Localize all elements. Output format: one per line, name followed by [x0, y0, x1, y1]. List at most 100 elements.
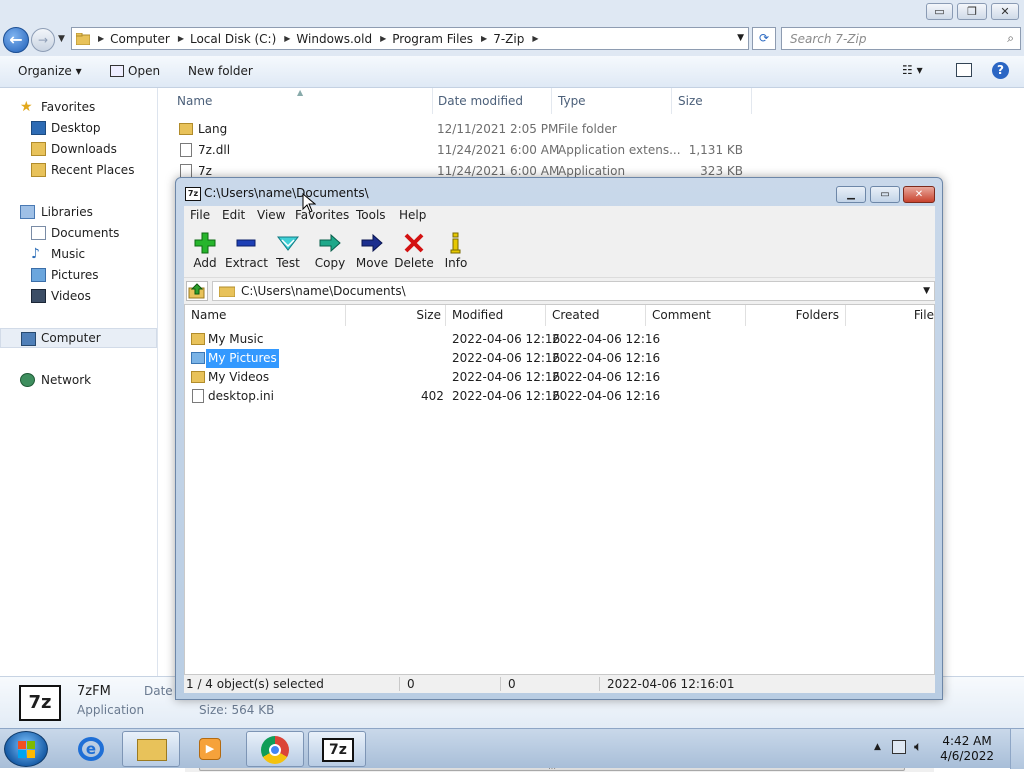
breadcrumb-program-files[interactable]: Program Files ▶ — [392, 32, 487, 46]
column-header-comment[interactable]: Comment — [646, 305, 746, 326]
nav-network[interactable]: Network — [0, 370, 157, 390]
column-header-name[interactable]: Name — [185, 305, 346, 326]
nav-downloads[interactable]: Downloads — [0, 139, 157, 159]
taskbar: e ▶ 7z ▲ 🔈︎ 4:42 AM 4/6/2022 — [0, 728, 1024, 769]
taskbar-7zip[interactable]: 7z — [308, 731, 366, 767]
column-header-modified[interactable]: Modified — [446, 305, 546, 326]
open-button[interactable]: Open — [110, 64, 160, 78]
star-icon: ★ — [20, 99, 33, 115]
list-row-my-pictures[interactable]: My Pictures 2022-04-06 12:16 2022-04-06 … — [185, 349, 934, 368]
copy-button[interactable]: Copy — [309, 230, 351, 276]
recent-pages-dropdown[interactable]: ▼ — [58, 34, 65, 44]
music-icon: ♪ — [31, 246, 40, 262]
explorer-maximize-button[interactable]: ❐ — [957, 3, 987, 20]
details-size: Size: 564 KB — [199, 703, 275, 717]
explorer-command-bar: Organize ▾ Open New folder ☷ ▾ ? — [0, 56, 1024, 88]
folder-icon — [191, 352, 205, 364]
show-desktop-button[interactable] — [1010, 729, 1024, 769]
column-header-size[interactable]: Size — [678, 94, 703, 108]
explorer-close-button[interactable]: ✕ — [991, 3, 1019, 20]
list-row-desktop-ini[interactable]: desktop.ini 402 2022-04-06 12:16 2022-04… — [185, 387, 934, 406]
search-icon[interactable]: ⌕ — [1007, 31, 1014, 46]
preview-pane-icon[interactable] — [956, 63, 972, 77]
computer-icon — [21, 332, 36, 346]
breadcrumb-computer[interactable]: Computer ▶ — [110, 32, 184, 46]
delete-button[interactable]: Delete — [393, 230, 435, 276]
nav-pictures[interactable]: Pictures — [0, 265, 157, 285]
taskbar-chrome[interactable] — [246, 731, 304, 767]
address-bar[interactable]: ▶ Computer ▶ Local Disk (C:) ▶ Windows.old… — [71, 27, 749, 50]
nav-libraries[interactable]: Libraries — [0, 202, 157, 222]
extract-icon — [236, 239, 256, 247]
address-history-dropdown[interactable]: ▼ — [737, 33, 744, 43]
nav-videos[interactable]: Videos — [0, 286, 157, 306]
list-row-my-videos[interactable]: My Videos 2022-04-06 12:16 2022-04-06 12… — [185, 368, 934, 387]
move-button[interactable]: Move — [351, 230, 393, 276]
menu-view[interactable]: View — [257, 208, 285, 222]
extract-button[interactable]: Extract — [225, 230, 268, 276]
folder-icon — [191, 333, 205, 345]
new-folder-button[interactable]: New folder — [188, 64, 253, 78]
file-row-lang[interactable]: Lang 12/11/2021 2:05 PM File folder — [177, 119, 757, 140]
7zip-path-input[interactable]: C:\Users\name\Documents\ ▼ — [212, 281, 935, 301]
column-header-created[interactable]: Created — [546, 305, 646, 326]
start-button[interactable] — [4, 731, 48, 767]
list-row-my-music[interactable]: My Music 2022-04-06 12:16 2022-04-06 12:… — [185, 330, 934, 349]
breadcrumb-windows-old[interactable]: Windows.old ▶ — [296, 32, 386, 46]
7zip-menu-bar: File Edit View Favorites Tools Help — [184, 206, 935, 226]
taskbar-windows-explorer[interactable] — [122, 731, 180, 767]
taskbar-internet-explorer[interactable]: e — [62, 731, 120, 767]
column-header-files[interactable]: File — [846, 305, 934, 326]
column-header-name[interactable]: Name — [177, 94, 212, 108]
menu-tools[interactable]: Tools — [356, 208, 386, 222]
column-divider — [432, 88, 433, 114]
breadcrumb-local-disk[interactable]: Local Disk (C:) ▶ — [190, 32, 290, 46]
taskbar-media-player[interactable]: ▶ — [182, 731, 240, 767]
folder-icon — [191, 371, 205, 383]
explorer-minimize-button[interactable]: ▭ — [926, 3, 953, 20]
parent-folder-button[interactable] — [186, 281, 208, 301]
show-hidden-icons-icon[interactable]: ▲ — [874, 742, 881, 752]
volume-icon[interactable]: 🔈︎ — [914, 739, 922, 755]
path-dropdown-icon[interactable]: ▼ — [923, 282, 930, 300]
test-button[interactable]: Test — [267, 230, 309, 276]
nav-recent-places[interactable]: Recent Places — [0, 160, 157, 180]
column-header-folders[interactable]: Folders — [746, 305, 846, 326]
clock[interactable]: 4:42 AM 4/6/2022 — [940, 734, 994, 764]
column-header-type[interactable]: Type — [558, 94, 586, 108]
nav-music[interactable]: ♪ Music — [0, 244, 157, 264]
column-header-size[interactable]: Size — [346, 305, 446, 326]
7zip-maximize-button[interactable]: ▭ — [870, 186, 900, 203]
7zip-minimize-button[interactable]: ▁ — [836, 186, 866, 203]
search-input[interactable]: Search 7-Zip ⌕ — [781, 27, 1021, 50]
nav-favorites[interactable]: ★ Favorites — [0, 97, 157, 117]
help-icon[interactable]: ? — [992, 62, 1009, 79]
menu-file[interactable]: File — [190, 208, 210, 222]
network-tray-icon[interactable] — [892, 740, 906, 754]
info-button[interactable]: Info — [435, 230, 477, 276]
recent-places-icon — [31, 163, 46, 177]
back-button[interactable]: ← — [3, 27, 29, 53]
7zfm-app-icon: 7z — [19, 685, 61, 721]
menu-help[interactable]: Help — [399, 208, 426, 222]
column-header-date-modified[interactable]: Date modified — [438, 94, 523, 108]
7zip-icon: 7z — [322, 738, 354, 762]
refresh-icon[interactable]: ⟳ — [752, 27, 776, 50]
7zip-path-bar: C:\Users\name\Documents\ ▼ — [184, 280, 935, 302]
nav-computer[interactable]: Computer — [0, 328, 157, 348]
views-button[interactable]: ☷ ▾ — [902, 63, 923, 77]
system-tray: ▲ 🔈︎ 4:42 AM 4/6/2022 — [864, 729, 1024, 769]
7zip-close-button[interactable]: ✕ — [903, 186, 935, 203]
nav-documents[interactable]: Documents — [0, 223, 157, 243]
folder-icon — [219, 286, 235, 297]
status-divider — [599, 677, 600, 691]
forward-button[interactable]: → — [31, 28, 55, 52]
downloads-icon — [31, 142, 46, 156]
7zip-status-bar: 1 / 4 object(s) selected 0 0 2022-04-06 … — [184, 675, 935, 693]
nav-desktop[interactable]: Desktop — [0, 118, 157, 138]
breadcrumb-7zip[interactable]: 7-Zip ▶ — [493, 32, 538, 46]
add-button[interactable]: Add — [184, 230, 226, 276]
organize-button[interactable]: Organize ▾ — [18, 64, 82, 78]
file-row-7z-dll[interactable]: 7z.dll 11/24/2021 6:00 AM Application ex… — [177, 140, 757, 161]
menu-edit[interactable]: Edit — [222, 208, 245, 222]
